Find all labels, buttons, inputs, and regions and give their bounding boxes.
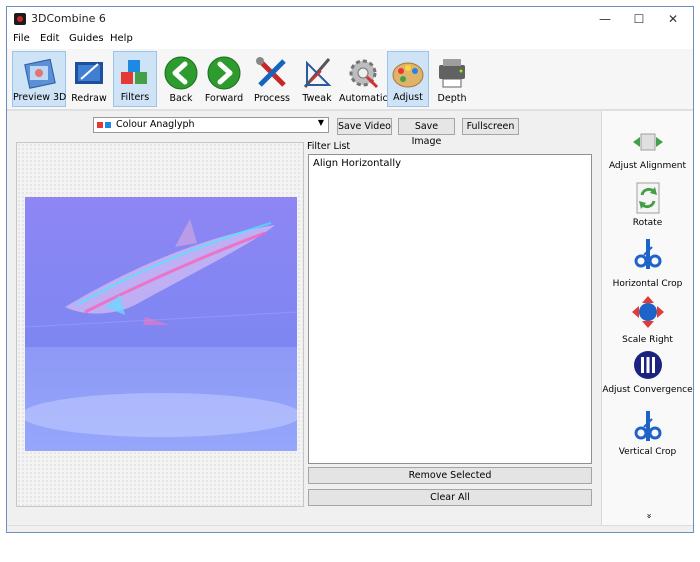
back-arrow-icon <box>164 56 198 90</box>
forward-arrow-icon <box>207 56 241 90</box>
redraw-button[interactable]: Redraw <box>67 51 111 107</box>
process-button[interactable]: Process <box>251 51 293 107</box>
right-tool-panel: Adjust Alignment Rotate Horizontal Crop <box>601 111 693 527</box>
tweak-button[interactable]: Tweak <box>297 51 337 107</box>
window-title: 3DCombine 6 <box>31 12 106 25</box>
forward-label: Forward <box>204 93 244 104</box>
filters-button[interactable]: Filters <box>113 51 157 107</box>
filters-label: Filters <box>120 92 150 103</box>
adjust-palette-icon <box>392 62 424 88</box>
tweak-icon <box>303 58 332 88</box>
anaglyph-mode-select[interactable]: Colour Anaglyph ▼ <box>93 117 329 133</box>
preview-3d-button[interactable]: Preview 3D <box>12 51 66 107</box>
filter-list-item[interactable]: Align Horizontally <box>313 158 401 169</box>
menu-help[interactable]: Help <box>110 33 133 44</box>
vertical-crop-icon <box>634 411 661 441</box>
depth-button[interactable]: Depth <box>431 51 473 107</box>
forward-button[interactable]: Forward <box>203 51 245 107</box>
menu-file[interactable]: File <box>13 33 30 44</box>
adjust-alignment-icon <box>632 133 663 151</box>
adjust-button[interactable]: Adjust <box>387 51 429 107</box>
depth-icon <box>439 59 465 88</box>
adjust-alignment-button[interactable]: Adjust Alignment <box>602 111 693 171</box>
clear-all-button[interactable]: Clear All <box>308 489 592 506</box>
remove-selected-button[interactable]: Remove Selected <box>308 467 592 484</box>
adjust-label: Adjust <box>393 92 423 103</box>
main-toolbar: Preview 3D Redraw Filters Back Forward P… <box>7 49 693 110</box>
rotate-label: Rotate <box>632 218 663 228</box>
dropdown-arrow-icon: ▼ <box>317 118 324 127</box>
filter-list-label: Filter List <box>307 141 351 152</box>
filter-list[interactable]: Align Horizontally <box>308 154 592 464</box>
close-button[interactable]: ✕ <box>653 7 693 31</box>
anaglyph-mode-value: Colour Anaglyph <box>116 119 195 130</box>
save-video-button[interactable]: Save Video <box>337 118 392 135</box>
image-preview-panel <box>16 142 304 507</box>
preview-image <box>25 197 297 451</box>
adjust-convergence-icon <box>633 351 662 379</box>
menu-bar: File Edit Guides Help <box>7 31 693 49</box>
process-label: Process <box>253 93 291 104</box>
automatic-button[interactable]: Automatic <box>339 51 388 107</box>
horizontal-crop-label: Horizontal Crop <box>612 279 683 289</box>
back-label: Back <box>169 93 193 104</box>
redraw-label: Redraw <box>71 93 107 104</box>
adjust-alignment-label: Adjust Alignment <box>608 161 687 171</box>
tweak-label: Tweak <box>302 93 332 104</box>
vertical-crop-button[interactable]: Vertical Crop <box>602 405 693 465</box>
horizontal-crop-button[interactable]: Horizontal Crop <box>602 235 693 291</box>
preview-3d-icon <box>24 58 56 89</box>
more-tools-chevron-icon[interactable]: » <box>642 471 654 562</box>
redraw-icon <box>75 62 103 84</box>
save-image-button[interactable]: Save Image <box>398 118 455 147</box>
depth-label: Depth <box>437 93 467 104</box>
app-logo-icon <box>14 13 26 25</box>
scale-right-button[interactable]: Scale Right <box>602 293 693 349</box>
title-bar: 3DCombine 6 — ☐ ✕ <box>7 7 693 31</box>
horizontal-crop-icon <box>634 239 661 269</box>
back-button[interactable]: Back <box>161 51 201 107</box>
adjust-convergence-button[interactable]: Adjust Convergence <box>602 347 693 403</box>
scale-right-icon <box>631 296 664 328</box>
rotate-icon <box>636 182 659 214</box>
toolbar-divider <box>7 109 693 111</box>
preview-3d-label: Preview 3D <box>13 92 67 103</box>
scale-right-label: Scale Right <box>622 335 673 345</box>
rotate-button[interactable]: Rotate <box>602 177 693 233</box>
vertical-crop-label: Vertical Crop <box>618 447 677 457</box>
filters-icon <box>121 60 147 84</box>
automatic-label: Automatic <box>339 93 388 104</box>
status-bar <box>7 525 693 532</box>
adjust-convergence-label: Adjust Convergence <box>602 385 693 395</box>
menu-guides[interactable]: Guides <box>69 33 104 44</box>
process-tools-icon <box>256 57 286 87</box>
automatic-gear-icon <box>349 59 379 89</box>
anaglyph-glasses-icon <box>97 122 111 128</box>
fullscreen-button[interactable]: Fullscreen <box>462 118 519 135</box>
menu-edit[interactable]: Edit <box>40 33 59 44</box>
app-window: 3DCombine 6 — ☐ ✕ File Edit Guides Help … <box>6 6 694 533</box>
